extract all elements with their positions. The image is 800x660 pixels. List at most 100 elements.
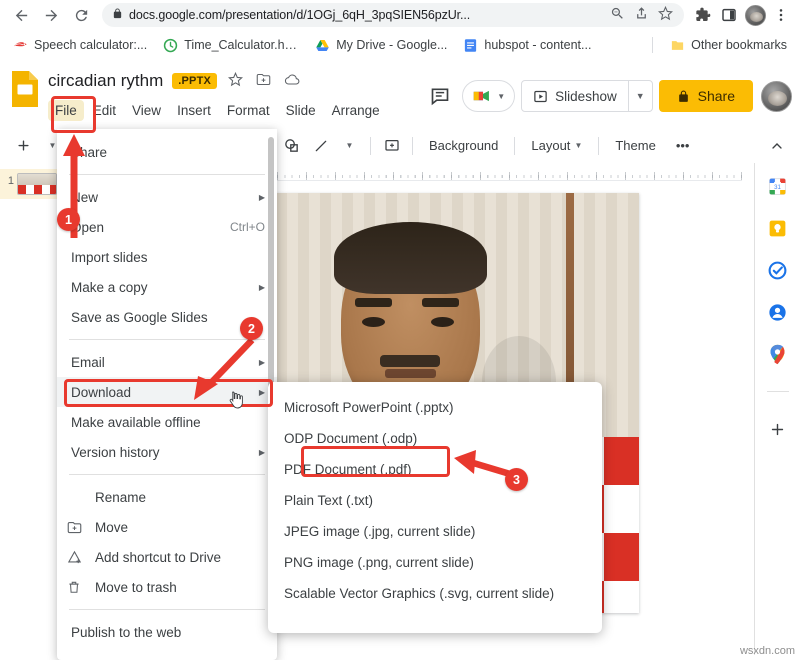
side-panel-item-maps[interactable] — [767, 343, 789, 365]
menu-item-format[interactable]: Format — [220, 100, 277, 121]
bookmark-item-speech-calculator[interactable]: Speech calculator:... — [6, 35, 154, 56]
file-menu-item-share[interactable]: Share — [57, 137, 277, 167]
app-header: circadian rythm .PPTX File Edit View Ins… — [0, 60, 800, 128]
download-item-pdf[interactable]: PDF Document (.pdf) — [268, 454, 602, 485]
download-item-svg[interactable]: Scalable Vector Graphics (.svg, current … — [268, 578, 602, 609]
other-bookmarks-folder[interactable]: Other bookmarks — [663, 35, 794, 56]
menu-scrollbar[interactable] — [268, 137, 274, 395]
slide-filmstrip[interactable]: 1 — [0, 163, 62, 655]
bookmark-item-hubspot[interactable]: hubspot - content... — [456, 35, 598, 56]
profile-button[interactable] — [742, 2, 768, 28]
star-outline-icon[interactable] — [226, 72, 245, 90]
bookmark-label: Time_Calculator.html — [184, 38, 299, 52]
document-title[interactable]: circadian rythm — [48, 71, 163, 91]
bookmarks-bar: Speech calculator:... Time_Calculator.ht… — [0, 30, 800, 60]
side-panel-item-calendar[interactable]: 31 — [767, 175, 789, 197]
menu-label: New — [71, 190, 249, 205]
file-menu-item-move-to-trash[interactable]: Move to trash — [57, 572, 277, 602]
side-panel-add-button[interactable] — [767, 418, 789, 440]
collapse-toolbar-button[interactable] — [763, 132, 790, 159]
forward-button[interactable] — [36, 0, 66, 30]
file-menu-item-open[interactable]: Open Ctrl+O — [57, 212, 277, 242]
star-icon[interactable] — [656, 6, 674, 24]
menu-divider — [69, 474, 265, 475]
extensions-button[interactable] — [690, 2, 716, 28]
slideshow-button[interactable]: Slideshow ▼ — [521, 80, 652, 112]
file-menu-item-make-a-copy[interactable]: Make a copy ▶ — [57, 272, 277, 302]
file-menu-item-email[interactable]: Email ▶ — [57, 347, 277, 377]
menu-item-slide[interactable]: Slide — [279, 100, 323, 121]
file-menu-item-version-history[interactable]: Version history ▶ — [57, 437, 277, 467]
side-panel-button[interactable] — [716, 2, 742, 28]
share-button[interactable]: Share — [659, 80, 753, 112]
download-submenu[interactable]: Microsoft PowerPoint (.pptx) ODP Documen… — [268, 382, 602, 633]
more-options-button[interactable]: ••• — [667, 132, 699, 159]
insert-textbox-button[interactable] — [378, 132, 405, 159]
insert-shape-button[interactable] — [278, 132, 305, 159]
comment-history-button[interactable] — [424, 80, 456, 112]
reload-button[interactable] — [66, 0, 96, 30]
file-menu-item-rename[interactable]: Rename — [57, 482, 277, 512]
bookmark-item-my-drive[interactable]: My Drive - Google... — [308, 35, 454, 56]
download-item-jpeg[interactable]: JPEG image (.jpg, current slide) — [268, 516, 602, 547]
insert-line-dropdown[interactable]: ▼ — [336, 132, 363, 159]
file-menu-item-make-available-offline[interactable]: Make available offline — [57, 407, 277, 437]
slideshow-label: Slideshow — [555, 89, 617, 104]
file-menu-item-add-shortcut-to-drive[interactable]: Add shortcut to Drive — [57, 542, 277, 572]
chrome-menu-button[interactable] — [768, 2, 794, 28]
cloud-saved-icon[interactable] — [282, 72, 301, 91]
bookmark-label: Speech calculator:... — [34, 38, 147, 52]
title-row: circadian rythm .PPTX — [48, 66, 424, 96]
filmstrip-slide-1[interactable]: 1 — [0, 169, 61, 199]
account-avatar[interactable] — [761, 81, 792, 112]
google-meet-button[interactable]: ▼ — [462, 80, 515, 112]
slideshow-dropdown[interactable]: ▼ — [628, 81, 652, 111]
file-menu-item-new[interactable]: New ▶ — [57, 182, 277, 212]
menu-item-view[interactable]: View — [125, 100, 168, 121]
speech-calculator-icon — [13, 38, 28, 53]
layout-button[interactable]: Layout ▼ — [522, 132, 591, 159]
annotation-badge-3: 3 — [505, 468, 528, 491]
menu-item-file[interactable]: File — [48, 100, 84, 121]
bookmark-item-time-calculator[interactable]: Time_Calculator.html — [156, 35, 306, 56]
menu-item-arrange[interactable]: Arrange — [325, 100, 387, 121]
chevron-down-icon: ▼ — [497, 92, 505, 101]
menu-item-edit[interactable]: Edit — [86, 100, 123, 121]
background-button[interactable]: Background — [420, 132, 507, 159]
move-to-folder-icon[interactable] — [254, 72, 273, 90]
google-drive-icon — [315, 38, 330, 53]
file-menu-dropdown[interactable]: Share New ▶ Open Ctrl+O Import slides Ma… — [57, 129, 277, 660]
file-menu-item-move[interactable]: Move — [57, 512, 277, 542]
file-menu-item-download[interactable]: Download ▶ — [57, 377, 277, 407]
bookmarks-divider — [652, 37, 653, 53]
back-button[interactable] — [6, 0, 36, 30]
side-panel-item-contacts[interactable] — [767, 301, 789, 323]
toolbar-divider — [514, 137, 515, 155]
slideshow-main[interactable]: Slideshow — [522, 81, 628, 111]
address-bar[interactable]: docs.google.com/presentation/d/1OGj_6qH_… — [102, 3, 684, 27]
layout-label: Layout — [531, 138, 570, 153]
zoom-out-icon[interactable] — [608, 6, 626, 24]
svg-text:31: 31 — [774, 183, 781, 190]
chevron-down-icon: ▼ — [574, 141, 582, 150]
side-panel-item-tasks[interactable] — [767, 259, 789, 281]
share-icon[interactable] — [632, 6, 650, 24]
download-item-png[interactable]: PNG image (.png, current slide) — [268, 547, 602, 578]
download-item-pptx[interactable]: Microsoft PowerPoint (.pptx) — [268, 392, 602, 423]
insert-line-button[interactable] — [307, 132, 334, 159]
slide-thumbnail[interactable] — [17, 173, 57, 195]
watermark: wsxdn.com — [740, 645, 795, 657]
google-meet-icon — [472, 87, 494, 105]
folder-icon — [670, 38, 685, 53]
new-slide-button[interactable] — [10, 132, 37, 159]
theme-button[interactable]: Theme — [606, 132, 664, 159]
file-menu-item-import-slides[interactable]: Import slides — [57, 242, 277, 272]
submenu-arrow-icon: ▶ — [259, 448, 265, 457]
menu-item-insert[interactable]: Insert — [170, 100, 218, 121]
url-text: docs.google.com/presentation/d/1OGj_6qH_… — [129, 8, 602, 22]
download-item-odp[interactable]: ODP Document (.odp) — [268, 423, 602, 454]
google-slides-logo[interactable] — [10, 70, 40, 108]
download-item-txt[interactable]: Plain Text (.txt) — [268, 485, 602, 516]
file-menu-item-publish-to-the-web[interactable]: Publish to the web — [57, 617, 277, 647]
side-panel-item-keep[interactable] — [767, 217, 789, 239]
